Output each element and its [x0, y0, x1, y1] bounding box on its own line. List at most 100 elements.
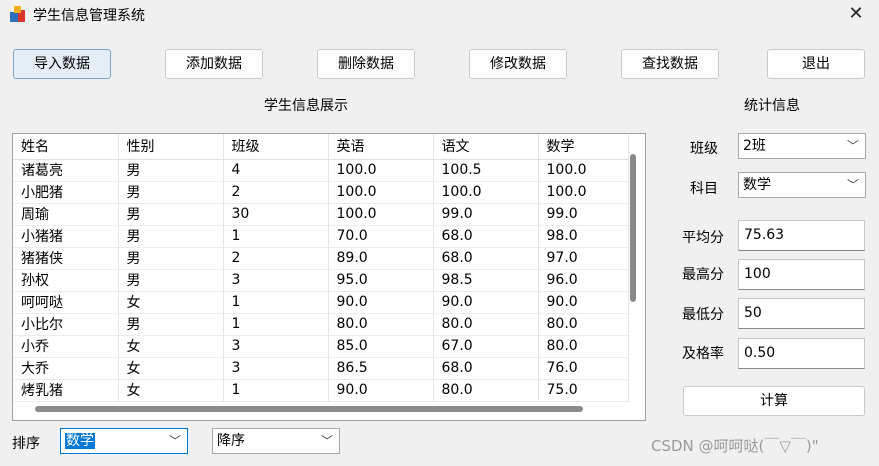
cell-name: 小猪猪 — [13, 225, 119, 248]
cell-english: 95.0 — [328, 269, 434, 292]
cell-chinese: 90.0 — [433, 291, 539, 314]
cell-gender: 男 — [118, 203, 224, 226]
subject-label: 科目 — [690, 181, 718, 197]
cell-gender: 女 — [118, 379, 224, 402]
sort-field-value: 数学 — [65, 433, 95, 449]
stats-heading: 统计信息 — [744, 98, 800, 114]
subject-value: 数学 — [743, 177, 771, 193]
avg-label: 平均分 — [682, 230, 724, 246]
table-row[interactable]: 孙权男 3 95.0 98.5 96.0 — [13, 269, 629, 292]
cell-english: 90.0 — [328, 379, 434, 402]
cell-english: 70.0 — [328, 225, 434, 248]
cell-math: 100.0 — [538, 181, 629, 204]
cell-gender: 男 — [118, 181, 224, 204]
class-label: 班级 — [690, 141, 718, 157]
cell-class: 4 — [223, 159, 329, 182]
cell-math: 75.0 — [538, 379, 629, 402]
cell-gender: 男 — [118, 269, 224, 292]
cell-math: 90.0 — [538, 291, 629, 314]
cell-name: 呵呵哒 — [13, 291, 119, 314]
min-label: 最低分 — [682, 307, 724, 323]
compute-button[interactable]: 计算 — [683, 386, 865, 416]
cell-chinese: 68.0 — [433, 225, 539, 248]
cell-chinese: 68.0 — [433, 357, 539, 380]
cell-class: 2 — [223, 181, 329, 204]
sort-order-select[interactable]: 降序 ﹀ — [212, 428, 340, 454]
col-header-math[interactable]: 数学 — [538, 134, 629, 160]
sort-field-select[interactable]: 数学 ﹀ — [60, 428, 188, 454]
cell-chinese: 99.0 — [433, 203, 539, 226]
vertical-scrollbar[interactable] — [630, 154, 636, 302]
cell-name: 大乔 — [13, 357, 119, 380]
max-field[interactable]: 100 — [738, 259, 865, 290]
exit-button[interactable]: 退出 — [767, 49, 865, 79]
pass-rate-field[interactable]: 0.50 — [738, 338, 865, 369]
min-field[interactable]: 50 — [738, 298, 865, 329]
watermark: CSDN @呵呵哒(￣▽￣)" — [651, 437, 819, 455]
col-header-name[interactable]: 姓名 — [13, 134, 119, 160]
subject-select[interactable]: 数学 ﹀ — [738, 172, 866, 198]
cell-name: 孙权 — [13, 269, 119, 292]
cell-math: 80.0 — [538, 313, 629, 336]
cell-gender: 女 — [118, 291, 224, 314]
cell-chinese: 68.0 — [433, 247, 539, 270]
cell-gender: 男 — [118, 313, 224, 336]
avg-field[interactable]: 75.63 — [738, 220, 865, 251]
cell-math: 97.0 — [538, 247, 629, 270]
cell-class: 1 — [223, 379, 329, 402]
cell-chinese: 80.0 — [433, 313, 539, 336]
table-row[interactable]: 小乔女 3 85.0 67.0 80.0 — [13, 335, 629, 358]
window-title: 学生信息管理系统 — [33, 8, 145, 24]
cell-name: 小比尔 — [13, 313, 119, 336]
add-data-button[interactable]: 添加数据 — [165, 49, 263, 79]
table-row[interactable]: 大乔女 3 86.5 68.0 76.0 — [13, 357, 629, 380]
cell-class: 3 — [223, 269, 329, 292]
cell-name: 周瑜 — [13, 203, 119, 226]
class-select[interactable]: 2班 ﹀ — [738, 133, 866, 159]
edit-data-button[interactable]: 修改数据 — [469, 49, 567, 79]
cell-gender: 男 — [118, 159, 224, 182]
cell-class: 1 — [223, 291, 329, 314]
title-bar: 学生信息管理系统 ✕ — [0, 0, 879, 30]
cell-math: 96.0 — [538, 269, 629, 292]
cell-name: 烤乳猪 — [13, 379, 119, 402]
cell-english: 90.0 — [328, 291, 434, 314]
app-icon — [10, 6, 25, 22]
delete-data-button[interactable]: 删除数据 — [317, 49, 415, 79]
table-row[interactable]: 小比尔男 1 80.0 80.0 80.0 — [13, 313, 629, 336]
table-row[interactable]: 猪猪侠男 2 89.0 68.0 97.0 — [13, 247, 629, 270]
cell-english: 89.0 — [328, 247, 434, 270]
table-row[interactable]: 周瑜男 30 100.0 99.0 99.0 — [13, 203, 629, 226]
cell-name: 猪猪侠 — [13, 247, 119, 270]
cell-math: 80.0 — [538, 335, 629, 358]
sort-label: 排序 — [12, 436, 40, 452]
horizontal-scrollbar[interactable] — [35, 406, 583, 412]
display-heading: 学生信息展示 — [264, 98, 348, 114]
cell-gender: 女 — [118, 357, 224, 380]
cell-english: 86.5 — [328, 357, 434, 380]
cell-chinese: 100.5 — [433, 159, 539, 182]
search-data-button[interactable]: 查找数据 — [621, 49, 719, 79]
close-icon[interactable]: ✕ — [833, 0, 879, 30]
cell-math: 76.0 — [538, 357, 629, 380]
cell-name: 小肥猪 — [13, 181, 119, 204]
table-row[interactable]: 烤乳猪女 1 90.0 80.0 75.0 — [13, 379, 629, 402]
table-row[interactable]: 诸葛亮男 4 100.0 100.5 100.0 — [13, 159, 629, 182]
cell-math: 99.0 — [538, 203, 629, 226]
col-header-class[interactable]: 班级 — [223, 134, 329, 160]
cell-class: 30 — [223, 203, 329, 226]
col-header-chinese[interactable]: 语文 — [433, 134, 539, 160]
chevron-down-icon: ﹀ — [168, 434, 181, 448]
col-header-gender[interactable]: 性别 — [118, 134, 224, 160]
student-table[interactable]: 姓名 性别 班级 英语 语文 数学 诸葛亮男 4 100.0 100.5 100.0 小肥… — [12, 133, 646, 421]
table-row[interactable]: 小肥猪男 2 100.0 100.0 100.0 — [13, 181, 629, 204]
col-header-english[interactable]: 英语 — [328, 134, 434, 160]
table-row[interactable]: 小猪猪男 1 70.0 68.0 98.0 — [13, 225, 629, 248]
cell-math: 100.0 — [538, 159, 629, 182]
chevron-down-icon: ﹀ — [846, 178, 859, 192]
sort-order-value: 降序 — [217, 433, 245, 449]
table-header-row: 姓名 性别 班级 英语 语文 数学 — [13, 134, 629, 160]
table-row[interactable]: 呵呵哒女 1 90.0 90.0 90.0 — [13, 291, 629, 314]
cell-gender: 男 — [118, 225, 224, 248]
import-data-button[interactable]: 导入数据 — [13, 49, 111, 79]
